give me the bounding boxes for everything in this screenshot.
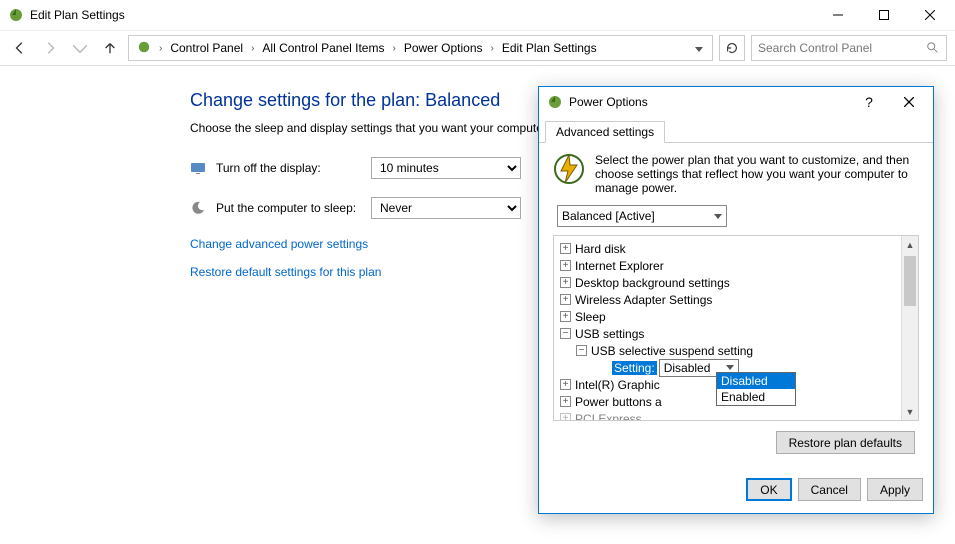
expand-icon[interactable]: + [560,277,571,288]
dialog-body: Select the power plan that you want to c… [539,143,933,464]
app-icon [8,7,24,23]
scroll-up-button[interactable]: ▲ [902,236,918,253]
expand-icon[interactable]: + [560,243,571,254]
dropdown-option-disabled[interactable]: Disabled [717,373,795,389]
tree-node-usb[interactable]: −USB settings [556,325,899,342]
dialog-title: Power Options [569,95,849,109]
chevron-down-icon [726,365,734,370]
settings-tree-container: +Hard disk +Internet Explorer +Desktop b… [553,235,919,421]
navigation-bar: › Control Panel › All Control Panel Item… [0,30,955,66]
tree-node-usb-selective-suspend[interactable]: −USB selective suspend setting [556,342,899,359]
display-timeout-select[interactable]: 10 minutes [371,157,521,179]
breadcrumb-control-panel[interactable]: Control Panel [166,39,247,57]
recent-locations-button[interactable] [68,36,92,60]
dialog-icon [547,94,563,110]
sleep-label: Put the computer to sleep: [216,201,371,215]
back-button[interactable] [8,36,32,60]
breadcrumb-icon [133,38,155,59]
collapse-icon[interactable]: − [576,345,587,356]
search-box[interactable]: Search Control Panel [751,35,947,61]
dialog-help-button[interactable]: ? [849,88,889,116]
scroll-thumb[interactable] [904,256,916,306]
forward-button[interactable] [38,36,62,60]
tree-scrollbar[interactable]: ▲ ▼ [901,236,918,420]
power-options-dialog: Power Options ? Advanced settings Select… [538,86,934,514]
moon-icon [190,200,206,216]
scroll-down-button[interactable]: ▼ [902,403,918,420]
expand-icon[interactable]: + [560,396,571,407]
restore-defaults-row: Restore plan defaults [553,421,919,454]
maximize-button[interactable] [861,0,907,30]
close-button[interactable] [907,0,953,30]
sleep-timeout-select[interactable]: Never [371,197,521,219]
apply-button[interactable]: Apply [867,478,923,501]
expand-icon[interactable]: + [560,311,571,322]
search-icon [926,41,940,55]
dialog-intro: Select the power plan that you want to c… [553,153,919,195]
dialog-titlebar[interactable]: Power Options ? [539,87,933,117]
tab-advanced-settings[interactable]: Advanced settings [545,121,665,143]
refresh-button[interactable] [719,35,745,61]
breadcrumb-all-items[interactable]: All Control Panel Items [258,39,388,57]
ok-button[interactable]: OK [746,478,791,501]
setting-dropdown[interactable]: Disabled Enabled [716,372,796,406]
expand-icon[interactable]: + [560,379,571,390]
window-titlebar: Edit Plan Settings [0,0,955,30]
chevron-down-icon [714,214,722,219]
power-plan-select[interactable]: Balanced [Active] [557,205,727,227]
restore-plan-defaults-button[interactable]: Restore plan defaults [776,431,915,454]
chevron-right-icon: › [155,43,166,54]
breadcrumb-power-options[interactable]: Power Options [400,39,487,57]
tree-node-ie[interactable]: +Internet Explorer [556,257,899,274]
minimize-button[interactable] [815,0,861,30]
tree-node-pci[interactable]: +PCI Express [556,410,899,420]
search-placeholder: Search Control Panel [758,41,926,55]
tree-node-sleep[interactable]: +Sleep [556,308,899,325]
window-title: Edit Plan Settings [30,8,125,22]
display-label: Turn off the display: [216,161,371,175]
tree-node-wireless[interactable]: +Wireless Adapter Settings [556,291,899,308]
power-plan-value: Balanced [Active] [562,209,655,223]
dropdown-option-enabled[interactable]: Enabled [717,389,795,405]
settings-tree[interactable]: +Hard disk +Internet Explorer +Desktop b… [554,236,901,420]
chevron-right-icon: › [487,43,498,54]
power-plan-icon [553,153,585,185]
chevron-right-icon: › [388,43,399,54]
setting-label: Setting: [612,361,657,375]
breadcrumb-edit-plan[interactable]: Edit Plan Settings [498,39,601,57]
dialog-tabs: Advanced settings [539,117,933,143]
dialog-button-row: OK Cancel Apply [539,464,933,513]
chevron-right-icon: › [247,43,258,54]
tree-node-hard-disk[interactable]: +Hard disk [556,240,899,257]
expand-icon[interactable]: + [560,413,571,420]
dialog-intro-text: Select the power plan that you want to c… [595,153,919,195]
tree-node-desktop-bg[interactable]: +Desktop background settings [556,274,899,291]
expand-icon[interactable]: + [560,294,571,305]
expand-icon[interactable]: + [560,260,571,271]
display-icon [190,160,206,176]
address-history-button[interactable] [690,41,708,55]
address-bar[interactable]: › Control Panel › All Control Panel Item… [128,35,713,61]
cancel-button[interactable]: Cancel [798,478,861,501]
dialog-close-button[interactable] [889,88,929,116]
up-button[interactable] [98,36,122,60]
collapse-icon[interactable]: − [560,328,571,339]
